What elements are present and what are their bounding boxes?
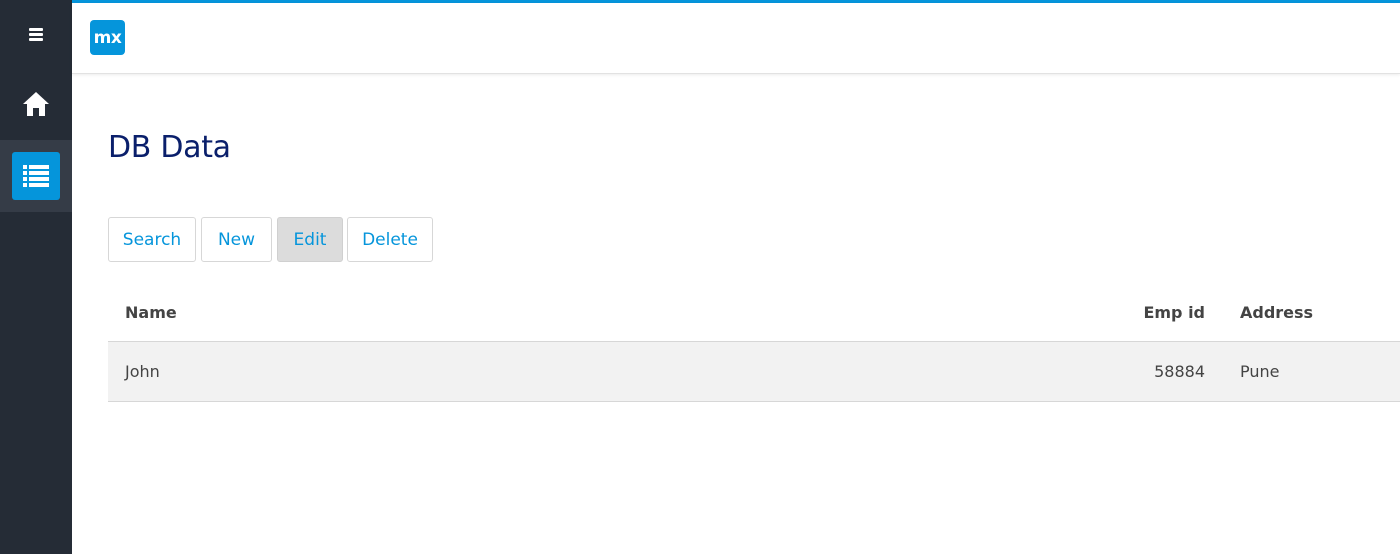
search-button[interactable]: Search [108,217,196,262]
list-icon [23,165,49,187]
cell-address: Pune [1240,362,1280,381]
cell-emp-id: 58884 [1154,362,1205,381]
column-header-address[interactable]: Address [1240,284,1313,341]
table-row[interactable]: John 58884 Pune [108,342,1400,402]
home-icon [23,92,49,116]
logo-text: mx [93,27,122,48]
grid-header: Name Emp id Address [108,284,1400,342]
column-header-emp-id[interactable]: Emp id [1143,284,1205,341]
hamburger-icon [29,28,43,41]
cell-name: John [125,362,160,381]
sidebar-item-home[interactable] [0,70,72,138]
edit-button[interactable]: Edit [277,217,343,262]
top-bar: mx [72,3,1400,74]
app-root: mx DB Data Search New Edit Delete Name E… [0,0,1400,554]
sidebar [0,0,72,554]
data-grid: Name Emp id Address John 58884 Pune [108,284,1400,402]
delete-button[interactable]: Delete [347,217,433,262]
new-button[interactable]: New [201,217,272,262]
column-header-name[interactable]: Name [125,284,177,341]
mendix-logo[interactable]: mx [90,20,125,55]
menu-toggle-button[interactable] [0,0,72,68]
page-title: DB Data [108,130,231,165]
sidebar-item-list[interactable] [0,140,72,212]
list-icon-box [12,152,60,200]
